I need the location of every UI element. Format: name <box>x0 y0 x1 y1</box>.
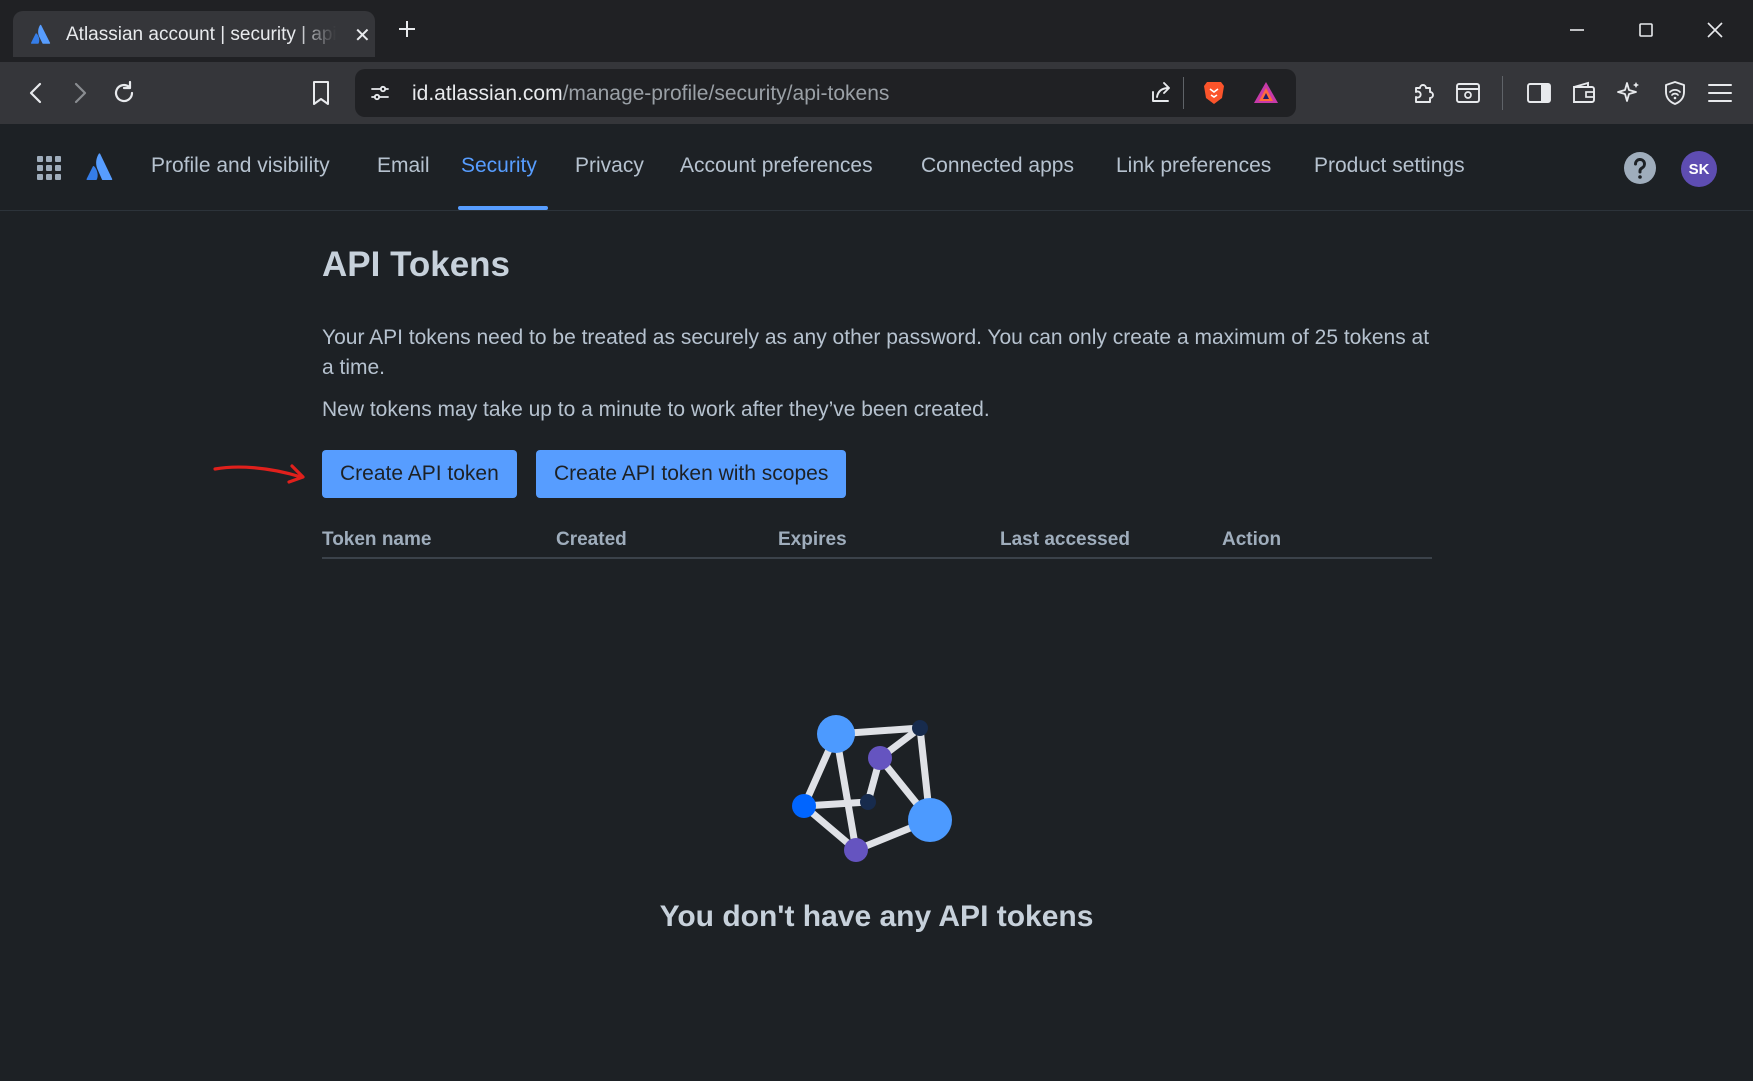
help-icon[interactable] <box>1623 151 1657 190</box>
empty-state-message: You don't have any API tokens <box>659 900 1094 933</box>
address-bar[interactable]: id.atlassian.com/manage-profile/security… <box>355 69 1296 117</box>
nav-connected-apps[interactable]: Connected apps <box>921 154 1074 178</box>
column-header-created: Created <box>556 529 627 550</box>
nav-privacy[interactable]: Privacy <box>575 154 644 178</box>
atlassian-logo-icon[interactable] <box>85 151 115 188</box>
maximize-icon[interactable] <box>1636 20 1656 45</box>
tokens-note: New tokens may take up to a minute to wo… <box>322 398 990 421</box>
brave-shields-icon[interactable] <box>1201 79 1227 112</box>
leo-ai-icon[interactable] <box>1615 79 1643 112</box>
account-top-nav: Profile and visibility Email Security Pr… <box>0 124 1753 211</box>
tab-close-icon[interactable]: ✕ <box>354 23 371 48</box>
minimize-icon[interactable] <box>1567 20 1587 45</box>
brave-rewards-icon[interactable] <box>1252 80 1280 111</box>
forward-icon[interactable] <box>66 80 92 111</box>
column-header-last-accessed: Last accessed <box>1000 529 1130 550</box>
empty-network-illustration-icon <box>780 700 960 875</box>
window-close-icon[interactable] <box>1705 20 1725 45</box>
nav-security[interactable]: Security <box>461 154 537 178</box>
table-header-divider <box>322 557 1432 559</box>
reader-icon[interactable] <box>1454 79 1482 112</box>
column-header-action: Action <box>1222 529 1282 550</box>
column-header-token-name: Token name <box>322 529 432 550</box>
app-switcher-icon[interactable] <box>36 155 62 186</box>
page-title: API Tokens <box>322 245 511 284</box>
tab-title: Atlassian account | security | api token… <box>66 24 336 46</box>
browser-tab[interactable]: Atlassian account | security | api token… <box>13 11 375 57</box>
toolbar-divider <box>1502 76 1503 110</box>
new-tab-icon[interactable] <box>396 18 418 45</box>
reload-icon[interactable] <box>110 79 138 112</box>
vpn-icon[interactable] <box>1661 79 1689 112</box>
browser-tab-bar: Atlassian account | security | api token… <box>0 0 1753 62</box>
site-settings-icon[interactable] <box>369 82 391 109</box>
browser-toolbar: id.atlassian.com/manage-profile/security… <box>0 62 1753 124</box>
atlassian-favicon-icon <box>30 23 52 50</box>
nav-product-settings[interactable]: Product settings <box>1314 154 1465 178</box>
annotation-arrow-icon <box>212 455 316 494</box>
tokens-description: Your API tokens need to be treated as se… <box>322 326 1430 379</box>
urlbar-divider <box>1183 77 1184 109</box>
url-host: id.atlassian.com <box>412 82 563 105</box>
menu-icon[interactable] <box>1706 80 1734 111</box>
url-text: id.atlassian.com/manage-profile/security… <box>412 82 889 106</box>
sidebar-icon[interactable] <box>1525 79 1553 112</box>
nav-profile-and-visibility[interactable]: Profile and visibility <box>151 154 330 178</box>
share-icon[interactable] <box>1148 80 1174 111</box>
extensions-icon[interactable] <box>1410 79 1438 112</box>
nav-link-preferences[interactable]: Link preferences <box>1116 154 1271 178</box>
user-avatar[interactable]: SK <box>1681 151 1717 187</box>
bookmark-icon[interactable] <box>308 79 334 112</box>
create-api-token-with-scopes-button[interactable]: Create API token with scopes <box>536 450 847 498</box>
column-header-expires: Expires <box>778 529 847 550</box>
nav-email[interactable]: Email <box>377 154 430 178</box>
active-tab-indicator <box>458 206 548 210</box>
create-api-token-button[interactable]: Create API token <box>322 450 517 498</box>
url-path: /manage-profile/security/api-tokens <box>562 82 890 105</box>
wallet-icon[interactable] <box>1570 79 1598 112</box>
back-icon[interactable] <box>24 80 50 111</box>
nav-account-preferences[interactable]: Account preferences <box>680 154 873 178</box>
